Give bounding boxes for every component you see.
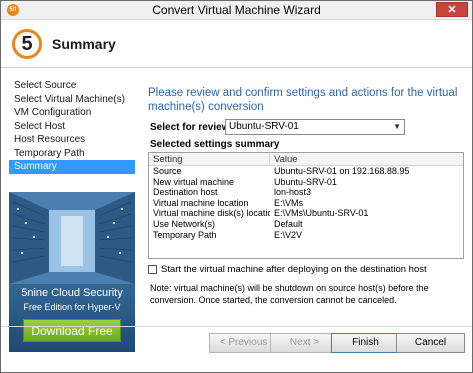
nav-item-select-source[interactable]: Select Source	[9, 79, 135, 93]
row-setting: Use Network(s)	[153, 218, 216, 229]
nav-item-select-virtual-machines[interactable]: Select Virtual Machine(s)	[9, 93, 135, 107]
row-value: E:\VMs	[274, 197, 304, 208]
title-bar: 5!! Convert Virtual Machine Wizard ✕	[1, 1, 472, 20]
row-setting: Temporary Path	[153, 229, 217, 240]
cancel-button[interactable]: Cancel	[396, 333, 465, 353]
review-vm-select[interactable]: Ubuntu-SRV-01 ▼	[225, 119, 405, 135]
nav-item-select-host[interactable]: Select Host	[9, 120, 135, 134]
row-value: Default	[274, 218, 303, 229]
table-row[interactable]: Virtual machine disk(s) location E:\VMs\…	[149, 208, 463, 219]
start-vm-checkbox-label[interactable]: Start the virtual machine after deployin…	[161, 264, 427, 275]
next-button[interactable]: Next >	[270, 333, 339, 353]
window-title: Convert Virtual Machine Wizard	[152, 3, 321, 17]
table-row[interactable]: Destination host lon-host3	[149, 187, 463, 198]
row-value: Ubuntu-SRV-01	[274, 176, 337, 187]
wizard-step-nav: Select Source Select Virtual Machine(s) …	[9, 79, 135, 174]
step-title: Summary	[52, 36, 116, 52]
row-setting: New virtual machine	[153, 176, 235, 187]
previous-button[interactable]: < Previous	[209, 333, 278, 353]
nav-item-vm-configuration[interactable]: VM Configuration	[9, 106, 135, 120]
column-header-value[interactable]: Value	[270, 153, 298, 165]
server-racks-image	[9, 192, 135, 284]
row-value: lon-host3	[274, 187, 312, 198]
table-header: Setting Value	[149, 153, 463, 166]
conversion-note: Note: virtual machine(s) will be shutdow…	[150, 283, 429, 305]
chevron-down-icon: ▼	[393, 122, 401, 131]
nav-item-host-resources[interactable]: Host Resources	[9, 133, 135, 147]
download-free-button[interactable]: Download Free	[23, 319, 121, 342]
nav-item-summary[interactable]: Summary	[9, 160, 135, 174]
wizard-window: 5!! Convert Virtual Machine Wizard ✕ 5 S…	[0, 0, 473, 373]
footer-divider	[1, 326, 472, 327]
finish-button[interactable]: Finish	[331, 333, 400, 353]
promo-banner[interactable]: 5nine Cloud Security Free Edition for Hy…	[9, 192, 135, 352]
page-heading: Please review and confirm settings and a…	[148, 87, 458, 113]
wizard-header: 5 Summary	[1, 21, 472, 68]
row-setting: Virtual machine disk(s) location	[153, 208, 270, 219]
table-row[interactable]: Virtual machine location E:\VMs	[149, 198, 463, 209]
promo-brand: 5nine Cloud Security	[21, 287, 123, 299]
start-vm-checkbox[interactable]	[148, 265, 157, 274]
row-setting: Source	[153, 166, 182, 176]
review-select-label: Select for review:	[150, 122, 233, 133]
settings-summary-table[interactable]: Setting Value Source Ubuntu-SRV-01 on 19…	[148, 152, 464, 259]
row-value: E:\V2V	[274, 229, 303, 240]
summary-section-label: Selected settings summary	[150, 139, 280, 150]
column-header-setting[interactable]: Setting	[149, 153, 270, 165]
nav-item-temporary-path[interactable]: Temporary Path	[9, 147, 135, 161]
step-number-badge: 5	[12, 29, 42, 59]
close-button[interactable]: ✕	[436, 2, 468, 17]
row-setting: Destination host	[153, 187, 218, 198]
table-row[interactable]: Temporary Path E:\V2V	[149, 230, 463, 241]
row-value: Ubuntu-SRV-01 on 192.168.88.95	[274, 166, 410, 176]
table-row[interactable]: Use Network(s) Default	[149, 219, 463, 230]
table-row[interactable]: Source Ubuntu-SRV-01 on 192.168.88.95	[149, 166, 463, 177]
row-value: E:\VMs\Ubuntu-SRV-01	[274, 208, 369, 219]
review-select-value: Ubuntu-SRV-01	[229, 121, 299, 132]
table-row[interactable]: New virtual machine Ubuntu-SRV-01	[149, 177, 463, 188]
row-setting: Virtual machine location	[153, 197, 249, 208]
promo-edition: Free Edition for Hyper-V	[23, 302, 121, 312]
